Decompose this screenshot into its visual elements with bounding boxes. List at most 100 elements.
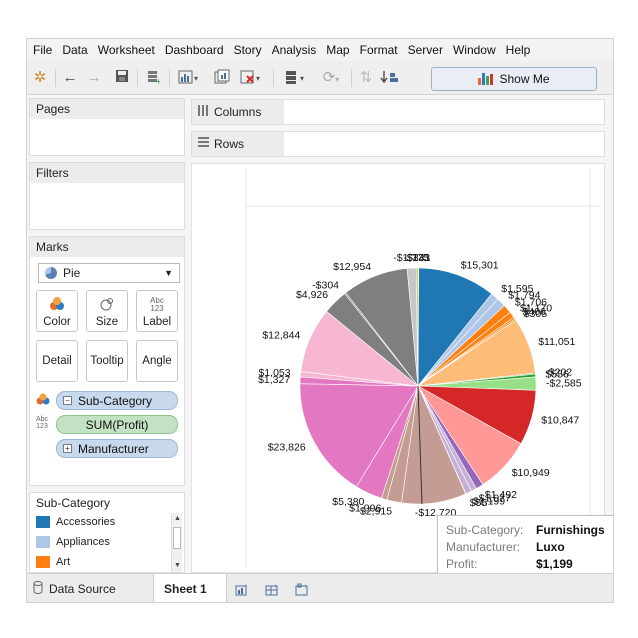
scroll-thumb[interactable] — [173, 527, 181, 549]
angle-mark-button[interactable]: Angle — [136, 340, 178, 382]
menu-dashboard[interactable]: Dashboard — [163, 43, 232, 57]
color-encoding-icon — [36, 393, 50, 407]
svg-text:▾: ▾ — [194, 74, 198, 83]
menu-window[interactable]: Window — [451, 43, 504, 57]
slice-data-label: $5,380 — [332, 496, 364, 508]
tooltip-mark-button[interactable]: Tooltip — [86, 340, 128, 382]
slice-data-label: $55 — [470, 497, 488, 509]
filters-card[interactable]: Filters — [29, 162, 185, 230]
pie-mark-icon — [45, 267, 57, 279]
tooltip-key: Sub-Category: — [446, 522, 524, 537]
tooltip-mark-label: Tooltip — [90, 355, 124, 367]
data-source-tab-label: Data Source — [49, 582, 116, 596]
slice-data-label: $10,949 — [512, 467, 550, 479]
slice-data-label: -$304 — [312, 279, 339, 291]
database-icon — [33, 581, 43, 597]
tooltip-value: Furnishings — [536, 522, 605, 537]
slice-data-label: -$2,585 — [546, 377, 582, 389]
color-mark-button[interactable]: Color — [36, 290, 78, 332]
scroll-down-icon[interactable]: ▼ — [172, 560, 183, 572]
undo-icon[interactable]: ← — [61, 69, 79, 87]
new-worksheet-tab-icon[interactable]: + — [235, 574, 249, 602]
manufacturer-detail-pill[interactable]: + Manufacturer — [56, 439, 178, 458]
color-mark-label: Color — [43, 316, 71, 328]
clear-sheet-icon[interactable]: ▾ — [239, 69, 265, 87]
legend-item[interactable]: Appliances — [36, 533, 110, 551]
legend-swatch — [36, 536, 50, 548]
label-mark-button[interactable]: Abc 123 Label — [136, 290, 178, 332]
manufacturer-pill-label: Manufacturer — [78, 441, 149, 456]
legend-scrollbar[interactable]: ▲ ▼ — [171, 513, 182, 572]
menu-map[interactable]: Map — [324, 43, 357, 57]
label-encoding-icon: Abc 123 — [35, 416, 49, 430]
swap-rows-columns-icon[interactable]: ⇅ — [357, 69, 375, 87]
legend-swatch — [36, 516, 50, 528]
color-palette-icon — [49, 297, 65, 314]
menu-worksheet[interactable]: Worksheet — [96, 43, 163, 57]
worksheet-view[interactable]: $133 $15,301 $1,595 $1,794 $1,706 $1,170 $406 $… — [191, 163, 613, 579]
sort-ascending-icon[interactable] — [379, 69, 401, 87]
menu-data[interactable]: Data — [60, 43, 95, 57]
redo-icon[interactable]: → — [85, 69, 103, 87]
sheet-1-tab[interactable]: Sheet 1 — [153, 574, 227, 602]
slice-data-label: $12,844 — [262, 330, 300, 342]
new-data-source-icon[interactable]: + — [145, 69, 163, 87]
detail-mark-label: Detail — [42, 355, 72, 367]
menu-file[interactable]: File — [31, 43, 60, 57]
sub-category-color-pill[interactable]: − Sub-Category — [56, 391, 178, 410]
pie-chart[interactable]: $133$15,301$1,595$1,794$1,706$1,170$406$… — [192, 164, 604, 572]
menu-analysis[interactable]: Analysis — [270, 43, 325, 57]
tooltip-row-profit: Profit: $1,199 — [446, 555, 605, 572]
menu-format[interactable]: Format — [358, 43, 406, 57]
new-dashboard-tab-icon[interactable]: + — [265, 574, 279, 602]
slice-data-label: -$341 — [404, 252, 431, 264]
show-me-label: Show Me — [499, 72, 550, 86]
show-me-button[interactable]: Show Me — [431, 67, 597, 91]
detail-mark-button[interactable]: Detail — [36, 340, 78, 382]
svg-text:+: + — [274, 584, 278, 590]
duplicate-sheet-icon[interactable] — [213, 69, 231, 87]
save-icon[interactable] — [113, 69, 131, 87]
size-mark-label: Size — [95, 316, 119, 328]
scroll-up-icon[interactable]: ▲ — [172, 513, 183, 525]
mark-type-dropdown[interactable]: Pie ▼ — [38, 263, 180, 283]
left-sidebar: Pages Filters Marks Pie ▼ Color Size Abc… — [27, 96, 187, 573]
new-worksheet-icon[interactable]: ▾ — [177, 69, 203, 87]
tooltip-key: Manufacturer: — [446, 539, 521, 554]
svg-text:▾: ▾ — [256, 74, 260, 83]
legend-item[interactable]: Art — [36, 553, 70, 571]
new-story-tab-icon[interactable]: + — [295, 574, 309, 602]
menu-server[interactable]: Server — [406, 43, 451, 57]
toolbar: ✲ ← → + ▾ ▾ ▾ ⟳▾ ⇅ Show Me — [27, 61, 613, 95]
angle-mark-label: Angle — [142, 355, 172, 367]
pages-card[interactable]: Pages — [29, 98, 185, 156]
data-source-tab[interactable]: Data Source — [33, 574, 116, 602]
menu-help[interactable]: Help — [504, 43, 539, 57]
show-me-bar-chart-icon — [478, 73, 494, 85]
tableau-logo-icon[interactable]: ✲ — [31, 69, 49, 87]
menu-story[interactable]: Story — [232, 43, 270, 57]
legend-item[interactable]: Accessories — [36, 513, 115, 531]
sub-category-legend: Sub-Category Accessories Appliances Art ▲ … — [29, 492, 185, 573]
tooltip-row-sub-category: Sub-Category: Furnishings — [446, 521, 605, 538]
sub-category-pill-label: Sub-Category — [78, 393, 153, 408]
mark-type-value: Pie — [63, 266, 81, 280]
svg-text:+: + — [244, 584, 248, 590]
size-mark-button[interactable]: Size — [86, 290, 128, 332]
rows-shelf[interactable]: Rows — [191, 131, 605, 157]
sum-profit-label-pill[interactable]: SUM(Profit) — [56, 415, 178, 434]
filters-card-title: Filters — [30, 163, 184, 183]
columns-shelf[interactable]: Columns — [191, 99, 605, 125]
pages-card-title: Pages — [30, 99, 184, 119]
legend-swatch — [36, 556, 50, 568]
marks-card-title: Marks — [30, 237, 184, 257]
text-label-icon: Abc 123 — [150, 296, 164, 313]
tooltip-value: Luxo — [536, 539, 565, 554]
svg-text:▾: ▾ — [300, 74, 304, 83]
rows-shelf-label: Rows — [192, 132, 284, 156]
sum-profit-pill-label: SUM(Profit) — [85, 417, 149, 432]
legend-label: Appliances — [56, 536, 110, 548]
columns-shelf-label: Columns — [192, 100, 284, 124]
refresh-icon[interactable]: ⟳▾ — [317, 69, 345, 87]
pause-updates-icon[interactable]: ▾ — [283, 69, 313, 87]
